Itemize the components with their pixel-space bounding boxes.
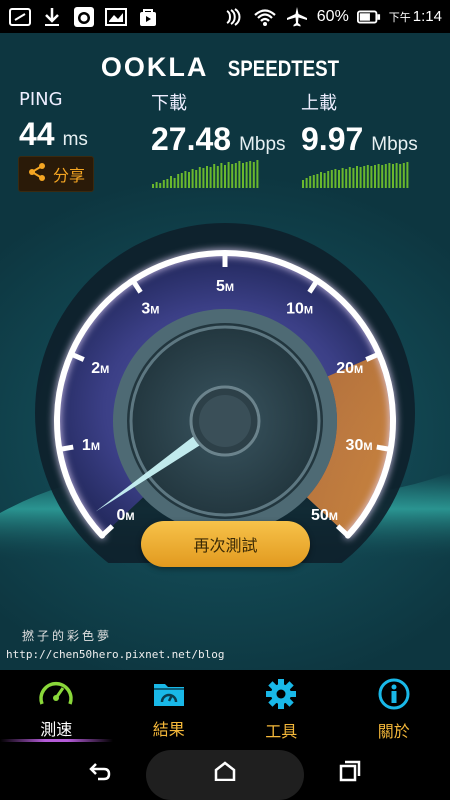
upload-unit: Mbps (371, 134, 418, 155)
recent-apps-icon[interactable] (335, 758, 365, 784)
store-bag-icon (136, 6, 160, 28)
upload-metric: 上載 9.97 Mbps (301, 89, 418, 158)
nav-item-results[interactable]: 結果 (113, 670, 226, 744)
upload-label: 上載 (301, 93, 337, 114)
bottom-nav: 測速 結果 工具 關於 (0, 670, 450, 744)
app-logo: OOKLA SPEEDTEST (100, 52, 340, 82)
download-label: 下載 (151, 93, 187, 114)
nav-label: 工具 (265, 722, 298, 741)
nav-item-tools[interactable]: 工具 (225, 670, 338, 744)
home-icon[interactable] (210, 758, 240, 784)
nav-label: 關於 (377, 722, 410, 741)
gauge-tick-mark (59, 444, 74, 452)
info-icon (378, 678, 410, 714)
nav-label: 結果 (152, 720, 185, 739)
status-bar: 60% 下午 1:14 (0, 0, 450, 33)
retest-button[interactable]: 再次測試 (141, 521, 310, 567)
download-metric: 下載 27.48 Mbps (151, 89, 286, 158)
gauge-tick-mark (376, 444, 391, 452)
download-icon (40, 6, 64, 28)
results-folder-icon (152, 678, 186, 712)
download-unit: Mbps (239, 134, 286, 155)
nav-item-speedtest[interactable]: 測速 (0, 670, 113, 744)
speedtest-main: OOKLA SPEEDTEST PING 44 ms 下載 27.48 Mbps 上載… (0, 33, 450, 670)
battery-percent: 60% (316, 7, 349, 25)
ping-label: PING (19, 89, 63, 110)
watermark-title: 撚子的彩色夢 (22, 629, 113, 643)
ping-value: 44 (19, 116, 55, 152)
battery-icon (356, 6, 381, 28)
ping-metric: PING 44 ms (19, 89, 88, 153)
camera-icon (72, 6, 96, 28)
speedometer-icon (38, 678, 74, 712)
nfc-icon (221, 6, 245, 28)
clock: 下午 1:14 (388, 8, 442, 25)
nav-item-about[interactable]: 關於 (338, 670, 450, 744)
download-value: 27.48 (151, 121, 232, 157)
speed-gauge: 0M1M2M3M5M10M20M30M50M (0, 223, 450, 563)
airplane-mode-icon (285, 6, 309, 28)
watermark-url: http://chen50hero.pixnet.net/blog (6, 648, 225, 661)
ping-unit: ms (62, 129, 88, 150)
back-icon[interactable] (85, 758, 115, 784)
wifi-icon (253, 6, 277, 28)
gear-icon (265, 678, 297, 714)
link-notification-icon (8, 6, 32, 28)
upload-value: 9.97 (301, 121, 364, 157)
system-nav-bar (0, 744, 450, 800)
nav-label: 測速 (40, 720, 73, 739)
image-icon (104, 6, 128, 28)
